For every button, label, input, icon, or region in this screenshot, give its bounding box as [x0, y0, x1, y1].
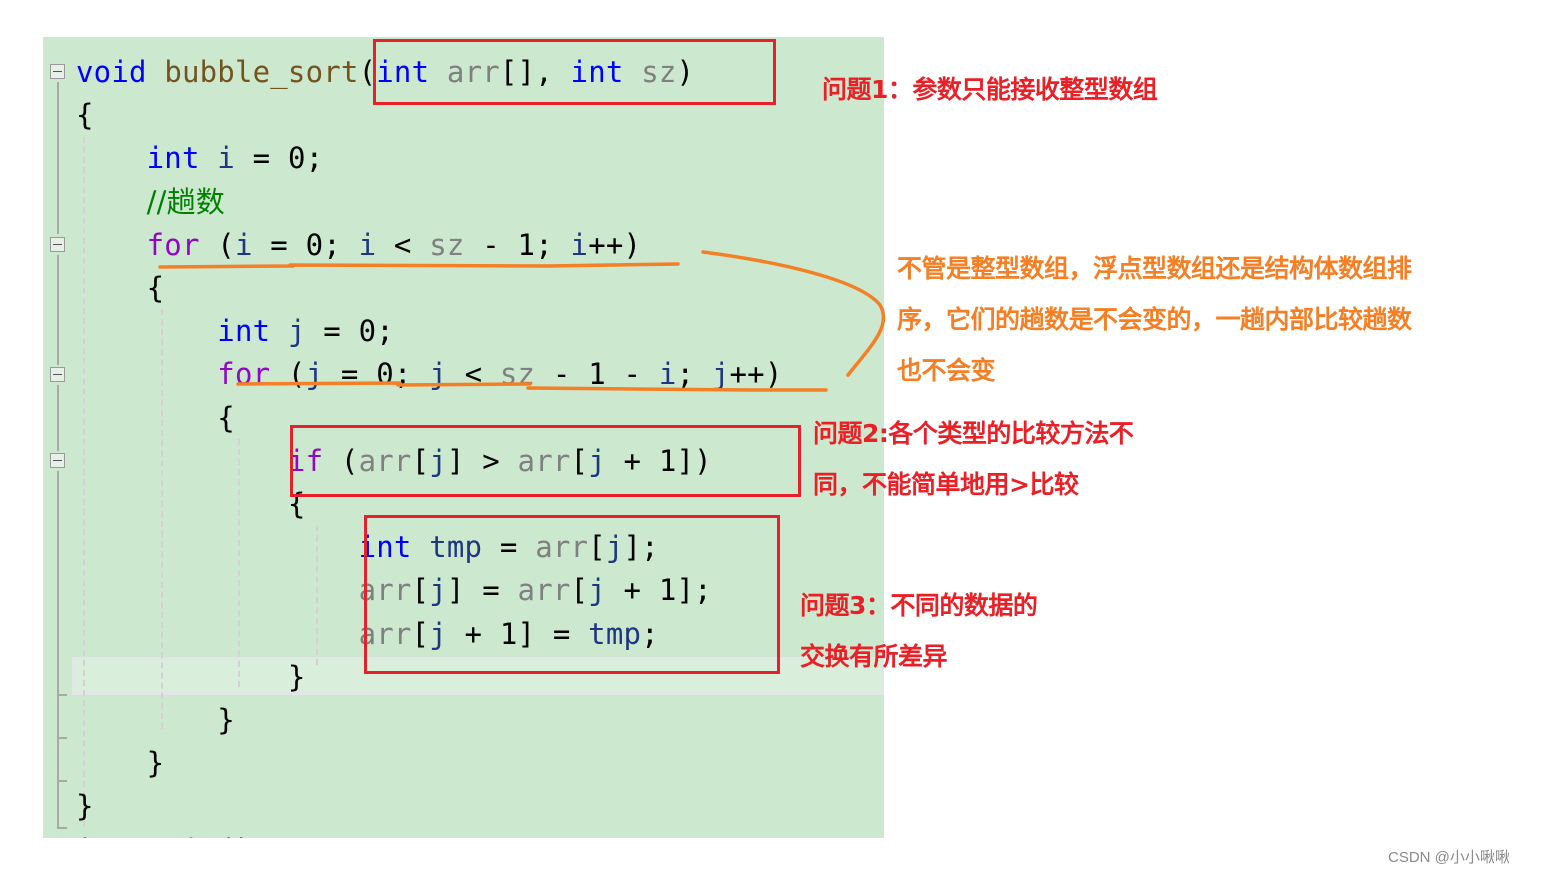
code-token: {	[76, 400, 235, 435]
code-line[interactable]: //趟数	[76, 181, 225, 224]
fold-toggle-inner-for[interactable]	[50, 367, 65, 382]
code-token: }	[76, 789, 94, 824]
problem-1-note: 问题1：参数只能接收整型数组	[822, 75, 1158, 104]
code-token-loc: i	[234, 227, 253, 262]
code-token-loc: j	[287, 314, 306, 349]
fold-end	[57, 780, 67, 782]
code-token: (	[270, 357, 306, 392]
code-line[interactable]: int j = 0;	[76, 310, 394, 353]
fold-line	[57, 385, 59, 451]
code-token-param: sz	[499, 357, 536, 392]
code-line[interactable]: for (j = 0; j < sz - 1 - i; j++)	[76, 353, 783, 396]
code-token: ()	[217, 833, 252, 838]
code-token-loc: i	[658, 357, 677, 392]
problem-3-note-line-1: 问题3：不同的数据的	[800, 591, 1038, 620]
code-token: ;	[676, 357, 712, 392]
code-token: - 1;	[464, 227, 571, 262]
code-token: <	[446, 357, 500, 392]
code-token: (	[199, 227, 235, 262]
code-token-loc: i	[358, 227, 377, 262]
code-line[interactable]: }	[76, 656, 306, 699]
code-token-param: sz	[429, 227, 465, 262]
code-line[interactable]: for (i = 0; i < sz - 1; i++)	[76, 224, 641, 267]
fold-line	[57, 471, 59, 829]
problem-2-note-line-2: 同，不能简单地用>比较	[813, 470, 1079, 499]
code-line[interactable]: }	[76, 742, 164, 785]
problem-2-note-line-1: 问题2:各个类型的比较方法不	[813, 419, 1134, 448]
fold-end	[57, 694, 67, 696]
code-token-fn: bubble_sort	[164, 55, 359, 89]
watermark: CSDN @小小啾啾	[1388, 849, 1510, 866]
code-token-kw: int	[146, 141, 200, 176]
code-line[interactable]: int main()	[76, 829, 253, 838]
code-token: = 0;	[234, 141, 324, 176]
code-token: = 0;	[252, 227, 359, 262]
code-token: = 0;	[323, 357, 430, 392]
fold-end	[57, 737, 67, 739]
code-token-kw: int	[76, 833, 129, 838]
highlight-box-comparison	[290, 425, 801, 497]
code-token: }	[76, 746, 165, 781]
code-token: {	[76, 487, 306, 521]
fold-toggle-function[interactable]	[50, 64, 65, 79]
code-line[interactable]: }	[76, 785, 94, 828]
common-note-line-2: 序，它们的趟数是不会变的，一趟内部比较趟数	[897, 305, 1412, 334]
code-line[interactable]: {	[76, 267, 164, 310]
code-token: = 0;	[305, 314, 394, 349]
fold-toggle-if[interactable]	[50, 453, 65, 468]
code-token-cmt: //趟数	[146, 184, 225, 219]
fold-line	[57, 82, 59, 234]
code-token: {	[76, 271, 165, 305]
code-token: ++)	[588, 227, 642, 262]
code-token: }	[76, 659, 306, 694]
code-token-loc: j	[429, 357, 447, 392]
fold-toggle-outer-for[interactable]	[50, 237, 65, 252]
code-line[interactable]: {	[76, 397, 235, 440]
code-token: - 1 -	[535, 357, 659, 392]
code-line[interactable]: int i = 0;	[76, 137, 323, 180]
code-token-loc: i	[570, 227, 589, 262]
code-line[interactable]: {	[76, 94, 94, 137]
common-note-line-1: 不管是整型数组，浮点型数组还是结构体数组排	[897, 254, 1412, 283]
code-token-loc: j	[305, 357, 324, 392]
fold-end	[57, 827, 67, 829]
code-token-fn: main	[147, 833, 218, 838]
code-token-ctl: for	[217, 357, 271, 392]
highlight-box-parameters	[373, 39, 776, 105]
code-token-kw: int	[217, 314, 271, 349]
problem-3-note-line-2: 交换有所差异	[800, 642, 948, 671]
fold-line	[57, 255, 59, 365]
code-token-loc: i	[217, 141, 235, 176]
code-token-kw: void	[76, 55, 147, 89]
code-token: {	[76, 98, 94, 133]
code-token: }	[76, 703, 235, 737]
code-token: <	[376, 227, 430, 262]
code-line[interactable]: {	[76, 483, 306, 526]
highlight-box-swap	[364, 515, 780, 674]
code-token-ctl: for	[146, 227, 200, 262]
common-note-line-3: 也不会变	[897, 356, 996, 385]
code-line[interactable]: }	[76, 699, 235, 742]
code-token-loc: j	[711, 357, 730, 392]
code-token: ++)	[729, 357, 783, 392]
